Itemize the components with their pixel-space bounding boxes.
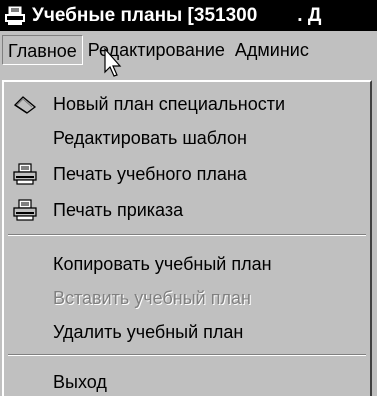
window-title: Учебные планы [351300 [32,4,258,26]
menu-item-exit[interactable]: Выход [4,366,370,396]
new-plan-icon [12,92,38,116]
menu-item-label: Копировать учебный план [53,253,272,274]
printer-app-icon [4,5,26,27]
menu-item-label: Печать учебного плана [53,163,247,184]
main-dropdown-menu: Новый план специальности Редактировать ш… [2,80,372,396]
window-title-rest: . Д [297,4,322,26]
mouse-cursor-icon [104,47,122,78]
title-bar[interactable]: Учебные планы [351300 . Д [0,0,377,31]
menu-item-print-plan[interactable]: Печать учебного плана [4,158,370,190]
menu-item-print-order[interactable]: Печать приказа [4,194,370,226]
menu-item-label: Печать приказа [53,199,184,220]
menu-item-edit-template[interactable]: Редактировать шаблон [4,122,370,154]
menu-item-label: Выход [53,371,107,392]
menubar-item-main[interactable]: Главное [2,35,83,65]
menu-item-label: Удалить учебный план [53,321,244,342]
menu-item-paste-plan: Вставить учебный план [4,282,370,314]
menu-item-delete-plan[interactable]: Удалить учебный план [4,316,370,348]
menu-separator [8,354,366,356]
application-window: Учебные планы [351300 . Д Главное Редакт… [0,0,377,396]
menu-item-label: Новый план специальности [53,93,286,114]
menu-item-new-plan[interactable]: Новый план специальности [4,88,370,120]
printer-icon [12,198,38,222]
menubar-item-admin[interactable]: Админис [230,35,314,65]
menu-item-label: Редактировать шаблон [53,127,247,148]
menu-item-copy-plan[interactable]: Копировать учебный план [4,248,370,280]
menu-bar: Главное Редактирование Админис [0,31,377,69]
printer-icon [12,162,38,186]
menu-separator [8,234,366,236]
menu-item-label: Вставить учебный план [53,287,251,308]
